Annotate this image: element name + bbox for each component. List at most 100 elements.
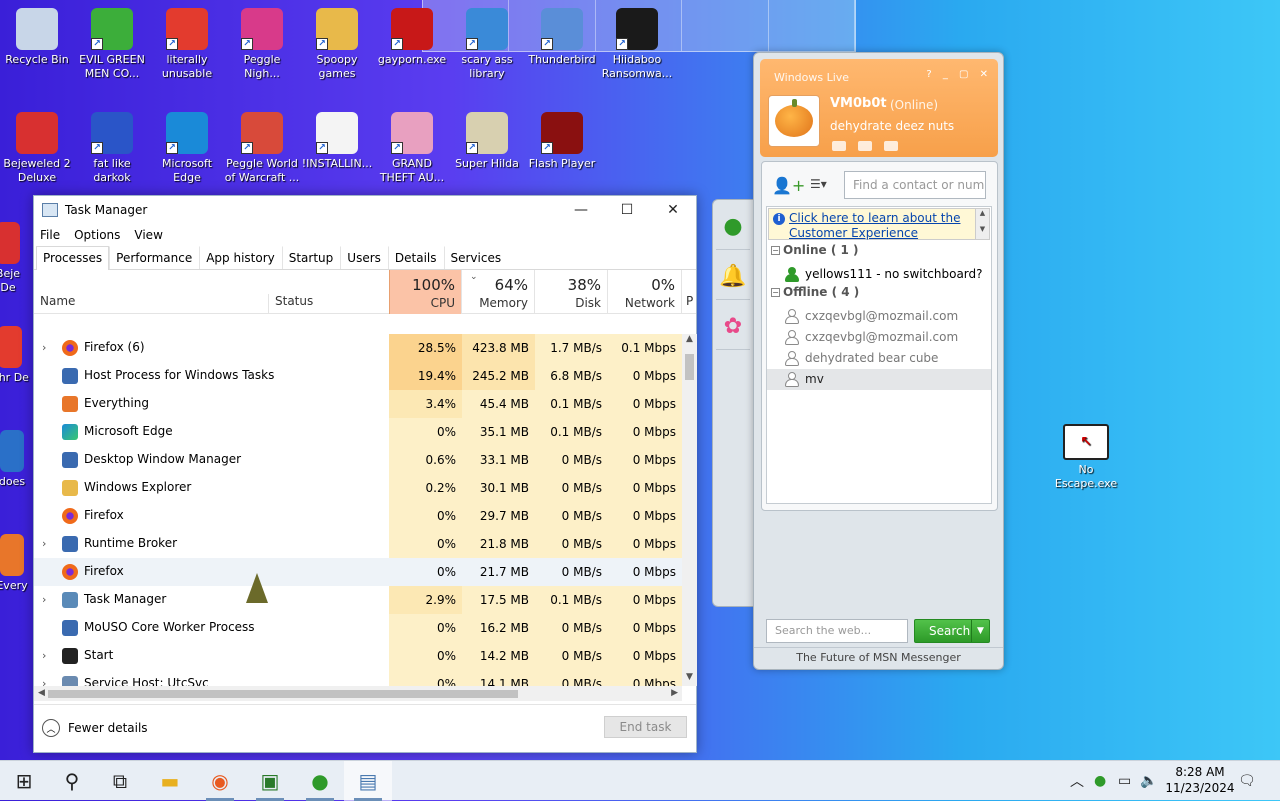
desktop-icon[interactable]: ↗ GRAND THEFT AU... <box>374 112 450 185</box>
show-hidden-icons[interactable]: ︿ <box>1070 761 1084 801</box>
menu-view[interactable]: View <box>134 228 162 242</box>
table-row[interactable]: Windows Explorer 0.2% 30.1 MB 0 MB/s 0 Mbps <box>34 474 682 502</box>
window-controls[interactable]: ? _ ▢ ✕ <box>926 69 992 80</box>
bell-icon[interactable]: 🔔 <box>716 254 750 300</box>
contact-group-header[interactable]: − Online ( 1 ) <box>771 243 859 257</box>
contact-item[interactable]: dehydrated bear cube <box>767 348 991 369</box>
desktop-icon[interactable]: ↗ literally unusable <box>149 8 225 81</box>
maximize-button[interactable]: ☐ <box>604 196 650 224</box>
volume-icon[interactable]: 🔈 <box>1140 761 1157 801</box>
col-network[interactable]: 0% Network <box>608 270 682 314</box>
desktop-icon-partial[interactable]: Chr De <box>0 326 30 385</box>
desktop-icon[interactable]: ↗ Microsoft Edge <box>149 112 225 185</box>
table-row[interactable]: › Runtime Broker 0% 21.8 MB 0 MB/s 0 Mbps <box>34 530 682 558</box>
col-memory[interactable]: ⌄ 64% Memory <box>462 270 535 314</box>
user-name[interactable]: VM0b0t <box>830 96 887 111</box>
table-row[interactable]: › Start 0% 14.2 MB 0 MB/s 0 Mbps <box>34 642 682 670</box>
table-row[interactable]: Desktop Window Manager 0.6% 33.1 MB 0 MB/s 0… <box>34 446 682 474</box>
col-power[interactable]: P <box>686 294 693 308</box>
globe-icon[interactable] <box>884 141 898 151</box>
table-row[interactable]: Microsoft Edge 0% 35.1 MB 0.1 MB/s 0 Mbps <box>34 418 682 446</box>
tab-app-history[interactable]: App history <box>199 246 282 269</box>
desktop-icon[interactable]: ↗ Peggle World of Warcraft ... <box>224 112 300 185</box>
desktop-icon[interactable]: ↗ Spoopy games <box>299 8 375 81</box>
customer-experience-link[interactable]: Click here to learn about the Customer E… <box>789 211 969 241</box>
table-row[interactable]: › Task Manager 2.9% 17.5 MB 0.1 MB/s 0 Mbps <box>34 586 682 614</box>
desktop-icon[interactable]: ↗ gayporn.exe <box>374 8 450 67</box>
desktop-icon-partial[interactable]: Every <box>0 534 32 593</box>
tab-services[interactable]: Services <box>443 246 509 269</box>
scroll-thumb[interactable] <box>685 354 694 380</box>
horizontal-scrollbar[interactable]: ◀ ▶ <box>34 686 682 701</box>
window-app-icon[interactable]: ▣ <box>246 761 294 801</box>
desktop-icon[interactable]: Bejeweled 2 Deluxe <box>0 112 75 185</box>
table-row[interactable]: Firefox 0% 21.7 MB 0 MB/s 0 Mbps <box>34 558 682 586</box>
windows-start-icon[interactable]: ⊞ <box>0 761 48 801</box>
collapse-icon[interactable]: − <box>771 246 780 255</box>
tab-users[interactable]: Users <box>340 246 388 269</box>
avatar[interactable] <box>768 95 820 147</box>
desktop-icon[interactable]: ↗ Flash Player <box>524 112 600 171</box>
notifications-icon[interactable]: 🗨 <box>1238 761 1256 801</box>
desktop-icon[interactable]: ↗ Hiidaboo Ransomwa... <box>599 8 675 81</box>
spaces-icon[interactable] <box>858 141 872 151</box>
end-task-button[interactable]: End task <box>604 716 687 738</box>
col-name[interactable]: Name <box>40 294 75 308</box>
notice-scroll[interactable]: ▲ ▼ <box>975 209 989 239</box>
col-status[interactable]: Status <box>268 294 313 314</box>
table-row[interactable]: Firefox 0% 29.7 MB 0 MB/s 0 Mbps <box>34 502 682 530</box>
desktop-icon[interactable]: ↗ scary ass library <box>449 8 525 81</box>
close-button[interactable]: ✕ <box>650 196 696 224</box>
firefox-icon[interactable]: ◉ <box>196 761 244 801</box>
tab-performance[interactable]: Performance <box>109 246 199 269</box>
network-icon[interactable]: ▭ <box>1118 761 1131 801</box>
user-status[interactable]: (Online) <box>890 98 938 112</box>
dropdown-icon[interactable]: ▼ <box>971 620 989 642</box>
contact-group-header[interactable]: − Offline ( 4 ) <box>771 285 859 299</box>
chevron-right-icon[interactable]: › <box>42 677 46 686</box>
fewer-details-button[interactable]: ︿ Fewer details <box>42 719 148 737</box>
search-icon[interactable]: ⚲ <box>48 761 96 801</box>
desktop-icon-partial[interactable]: does <box>0 430 32 489</box>
chevron-right-icon[interactable]: › <box>42 649 46 662</box>
menu-file[interactable]: File <box>40 228 60 242</box>
col-cpu[interactable]: 100% CPU <box>389 270 462 314</box>
collapse-icon[interactable]: − <box>771 288 780 297</box>
web-search-input[interactable]: Search the web... <box>766 619 908 643</box>
chevron-right-icon[interactable]: › <box>42 593 46 606</box>
tab-details[interactable]: Details <box>387 246 444 269</box>
contact-item[interactable]: cxzqevbgl@mozmail.com <box>767 306 991 327</box>
flower-icon[interactable]: ✿ <box>716 304 750 350</box>
scroll-up-icon[interactable]: ▲ <box>682 334 697 348</box>
file-explorer-icon[interactable]: ▬ <box>146 761 194 801</box>
view-options-icon[interactable]: ☰▾ <box>810 177 827 191</box>
table-row[interactable]: › Service Host: UtcSvc 0% 14.1 MB 0 MB/s 0 Mb… <box>34 670 682 686</box>
minimize-button[interactable]: — <box>558 196 604 224</box>
chevron-right-icon[interactable]: › <box>42 537 46 550</box>
task-manager-taskbar-icon[interactable]: ▤ <box>344 761 392 801</box>
table-row[interactable]: Everything 3.4% 45.4 MB 0.1 MB/s 0 Mbps <box>34 390 682 418</box>
desktop-icon[interactable]: ↗ fat like darkok <box>74 112 150 185</box>
vertical-scrollbar[interactable]: ▲ ▼ <box>682 334 697 686</box>
desktop-icon[interactable]: ↗ EVIL GREEN MEN CO... <box>74 8 150 81</box>
buddy-tab-icon[interactable]: ● <box>716 204 750 250</box>
desktop-icon[interactable]: ↗ Thunderbird <box>524 8 600 67</box>
contact-item[interactable]: cxzqevbgl@mozmail.com <box>767 327 991 348</box>
find-contact-input[interactable]: Find a contact or number... <box>844 171 986 199</box>
scroll-left-icon[interactable]: ◀ <box>38 686 45 701</box>
desktop-icon[interactable]: ↗ !INSTALLIN... <box>299 112 375 171</box>
contact-item[interactable]: mv <box>767 369 991 390</box>
title-bar[interactable]: Task Manager — ☐ ✕ <box>34 196 696 224</box>
contact-item[interactable]: yellows111 - no switchboard? <box>767 264 991 285</box>
col-disk[interactable]: 38% Disk <box>535 270 608 314</box>
dock-slot[interactable] <box>769 0 856 51</box>
tab-startup[interactable]: Startup <box>281 246 341 269</box>
scroll-down-icon[interactable]: ▼ <box>682 672 697 686</box>
search-button[interactable]: Search ▼ <box>914 619 990 643</box>
desktop-icon[interactable]: ↗ Super Hilda <box>449 112 525 171</box>
table-row[interactable]: MoUSO Core Worker Process 0% 16.2 MB 0 MB/s… <box>34 614 682 642</box>
msn-tray-icon[interactable]: ● <box>1094 761 1106 801</box>
desktop-icon-no-escape[interactable]: ↖ No Escape.exe <box>1048 424 1124 491</box>
table-row[interactable]: Host Process for Windows Tasks 19.4% 245.2… <box>34 362 682 390</box>
chevron-right-icon[interactable]: › <box>42 341 46 354</box>
